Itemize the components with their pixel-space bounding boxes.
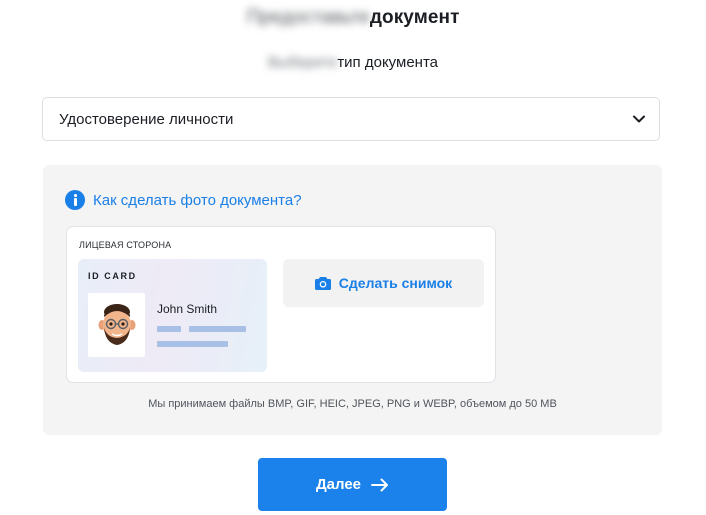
camera-icon <box>314 277 331 290</box>
arrow-right-icon <box>371 478 389 491</box>
howto-photo-link[interactable]: Как сделать фото документа? <box>65 190 302 210</box>
front-side-label: ЛИЦЕВАЯ СТОРОНА <box>79 240 172 250</box>
upload-panel: Как сделать фото документа? ЛИЦЕВАЯ СТОР… <box>43 165 662 435</box>
document-type-select[interactable]: Удостоверение личности <box>42 97 660 141</box>
avatar <box>88 293 145 357</box>
id-card-name: John Smith <box>157 302 218 316</box>
id-card-line <box>157 326 181 332</box>
page-subtitle: Выберитетип документа <box>0 54 706 71</box>
avatar-face-icon <box>98 304 136 345</box>
page-subtitle-blurred: Выберите <box>267 54 338 71</box>
sample-id-card: ID CARD John Smith <box>78 259 267 372</box>
howto-photo-text: Как сделать фото документа? <box>93 191 302 209</box>
next-button[interactable]: Далее <box>258 458 447 511</box>
id-card-line <box>189 326 246 332</box>
accepted-formats-note: Мы принимаем файлы BMP, GIF, HEIC, JPEG,… <box>148 398 557 410</box>
document-type-value: Удостоверение личности <box>59 111 234 128</box>
id-card-line <box>157 341 228 347</box>
take-photo-label: Сделать снимок <box>338 275 453 291</box>
page-title: Предоставьтедокумент <box>0 7 706 29</box>
page-subtitle-text: тип документа <box>337 54 438 71</box>
next-button-label: Далее <box>315 476 362 493</box>
page-title-text: документ <box>369 7 460 28</box>
chevron-down-icon <box>633 115 645 123</box>
take-photo-button[interactable]: Сделать снимок <box>283 259 484 307</box>
id-card-title: ID CARD <box>88 271 137 281</box>
page-title-blurred: Предоставьте <box>246 7 370 28</box>
info-icon <box>65 190 85 210</box>
front-side-card: ЛИЦЕВАЯ СТОРОНА ID CARD John Smith Сдела… <box>66 226 496 383</box>
